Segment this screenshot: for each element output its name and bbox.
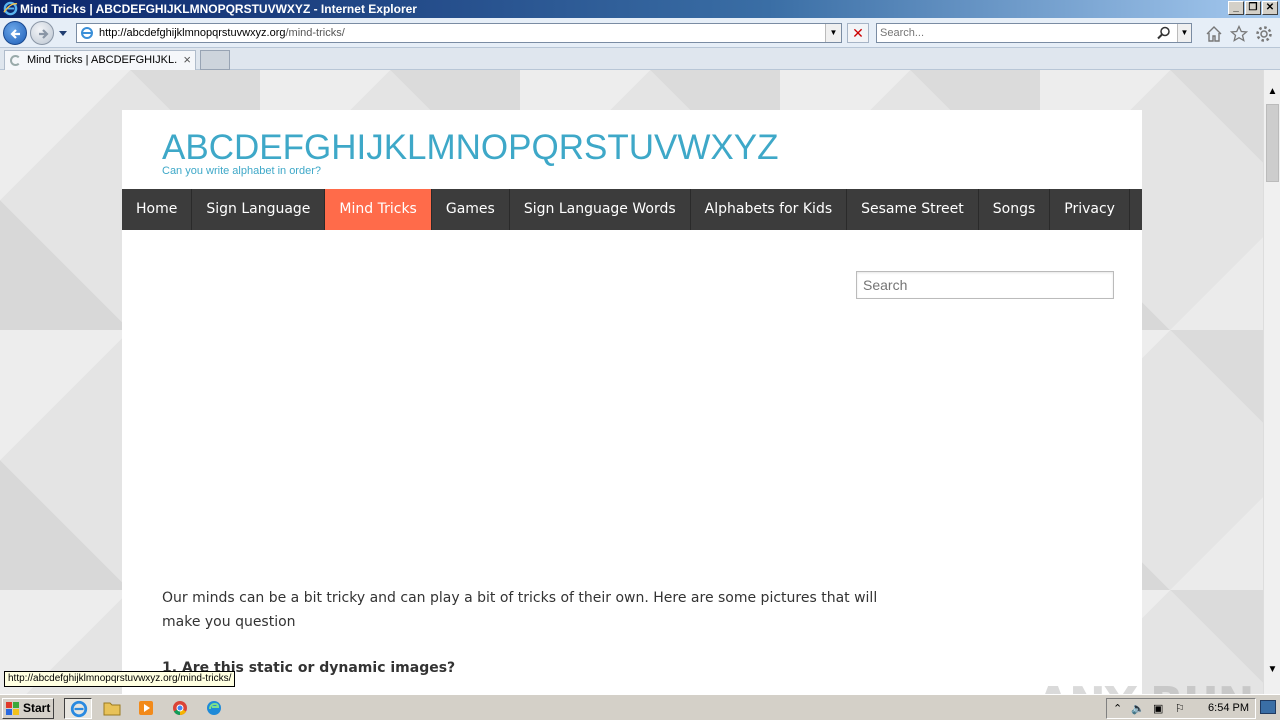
internet-explorer-icon bbox=[70, 700, 88, 718]
browser-search-input[interactable] bbox=[880, 26, 1150, 40]
page-viewport: ABCDEFGHIJKLMNOPQRSTUVWXYZ Can you write… bbox=[0, 70, 1263, 694]
address-dropdown-icon[interactable]: ▼ bbox=[825, 24, 841, 42]
taskbar-media-player[interactable] bbox=[132, 698, 160, 719]
menu-item-mind-tricks[interactable]: Mind Tricks bbox=[325, 189, 432, 230]
intro-paragraph: Our minds can be a bit tricky and can pl… bbox=[162, 590, 878, 630]
menu-item-songs[interactable]: Songs bbox=[979, 189, 1051, 230]
system-tray: ⌃ 🔈 ▣ ⚐ 6:54 PM bbox=[1106, 698, 1256, 719]
vertical-scrollbar[interactable]: ▲ ▼ bbox=[1263, 70, 1280, 694]
taskbar-edge[interactable] bbox=[200, 698, 228, 719]
page-content: ABCDEFGHIJKLMNOPQRSTUVWXYZ Can you write… bbox=[122, 110, 1142, 694]
search-dropdown-icon[interactable]: ▼ bbox=[1177, 24, 1191, 42]
forward-button[interactable] bbox=[30, 21, 54, 45]
network-icon[interactable]: ▣ bbox=[1153, 703, 1165, 715]
taskbar-file-explorer[interactable] bbox=[98, 698, 126, 719]
back-arrow-icon bbox=[10, 29, 20, 39]
start-label: Start bbox=[23, 701, 51, 715]
tab-close-icon[interactable]: × bbox=[183, 52, 191, 67]
home-icon[interactable] bbox=[1205, 25, 1223, 43]
taskbar: Start ⌃ 🔈 ▣ ⚐ 6:54 PM bbox=[0, 694, 1280, 720]
address-bar[interactable]: http://abcdefghijklmnopqrstuvwxyz.org/mi… bbox=[76, 23, 842, 43]
browser-search-box[interactable]: ▼ bbox=[876, 23, 1192, 43]
site-title[interactable]: ABCDEFGHIJKLMNOPQRSTUVWXYZ bbox=[162, 128, 778, 168]
window-titlebar: Mind Tricks | ABCDEFGHIJKLMNOPQRSTUVWXYZ… bbox=[0, 0, 1280, 18]
status-link-url: http://abcdefghijklmnopqrstuvwxyz.org/mi… bbox=[4, 671, 236, 687]
internet-explorer-icon bbox=[3, 1, 18, 16]
tab-label: Mind Tricks | ABCDEFGHIJKL... bbox=[27, 54, 177, 66]
menu-item-sesame-street[interactable]: Sesame Street bbox=[847, 189, 979, 230]
taskbar-internet-explorer[interactable] bbox=[64, 698, 92, 719]
history-dropdown-icon[interactable] bbox=[58, 28, 68, 38]
edge-icon bbox=[207, 701, 221, 715]
close-window-button[interactable]: ✕ bbox=[1262, 1, 1278, 15]
loading-spinner-icon bbox=[10, 55, 21, 66]
taskbar-chrome[interactable] bbox=[166, 698, 194, 719]
url-text[interactable]: http://abcdefghijklmnopqrstuvwxyz.org/mi… bbox=[99, 27, 345, 39]
minimize-button[interactable]: _ bbox=[1228, 1, 1244, 15]
back-button[interactable] bbox=[3, 21, 27, 45]
settings-gear-icon[interactable] bbox=[1255, 25, 1273, 43]
new-tab-button[interactable] bbox=[200, 50, 230, 70]
menu-item-home[interactable]: Home bbox=[122, 189, 193, 230]
volume-icon[interactable]: 🔈 bbox=[1131, 703, 1145, 715]
navigation-bar: http://abcdefghijklmnopqrstuvwxyz.org/mi… bbox=[0, 18, 1280, 48]
restore-button[interactable]: ❐ bbox=[1245, 1, 1261, 15]
scroll-thumb[interactable] bbox=[1266, 104, 1279, 182]
favorites-star-icon[interactable] bbox=[1230, 25, 1248, 43]
menu-item-games[interactable]: Games bbox=[432, 189, 510, 230]
menu-item-sign-language-words[interactable]: Sign Language Words bbox=[510, 189, 691, 230]
search-icon[interactable] bbox=[1157, 26, 1171, 40]
main-menu: Home Sign Language Mind Tricks Games Sig… bbox=[122, 189, 1142, 230]
show-desktop-button[interactable] bbox=[1260, 700, 1276, 714]
stop-button[interactable]: ✕ bbox=[847, 23, 869, 43]
chrome-icon bbox=[173, 701, 187, 716]
anyrun-watermark: ANY RUN bbox=[1036, 678, 1254, 694]
menu-item-privacy[interactable]: Privacy bbox=[1050, 189, 1130, 230]
taskbar-clock[interactable]: 6:54 PM bbox=[1208, 702, 1249, 714]
menu-item-sign-language[interactable]: Sign Language bbox=[192, 189, 326, 230]
start-button[interactable]: Start bbox=[2, 698, 54, 719]
site-tagline: Can you write alphabet in order? bbox=[162, 165, 321, 177]
tray-expand-icon[interactable]: ⌃ bbox=[1113, 703, 1125, 715]
action-center-flag-icon[interactable]: ⚐ bbox=[1175, 703, 1187, 715]
page-favicon-icon bbox=[81, 27, 93, 39]
tab-mind-tricks[interactable]: Mind Tricks | ABCDEFGHIJKL... × bbox=[4, 50, 196, 70]
media-player-icon bbox=[139, 701, 153, 715]
folder-icon bbox=[103, 702, 121, 716]
forward-arrow-icon bbox=[39, 29, 49, 39]
site-search-box[interactable] bbox=[856, 271, 1114, 299]
scroll-up-icon[interactable]: ▲ bbox=[1264, 86, 1280, 100]
scroll-down-icon[interactable]: ▼ bbox=[1264, 664, 1280, 678]
window-title: Mind Tricks | ABCDEFGHIJKLMNOPQRSTUVWXYZ… bbox=[20, 2, 417, 16]
site-search-input[interactable] bbox=[857, 272, 1113, 298]
windows-flag-icon bbox=[6, 702, 19, 715]
tab-bar: Mind Tricks | ABCDEFGHIJKL... × bbox=[0, 48, 1280, 70]
menu-item-alphabets-for-kids[interactable]: Alphabets for Kids bbox=[691, 189, 848, 230]
